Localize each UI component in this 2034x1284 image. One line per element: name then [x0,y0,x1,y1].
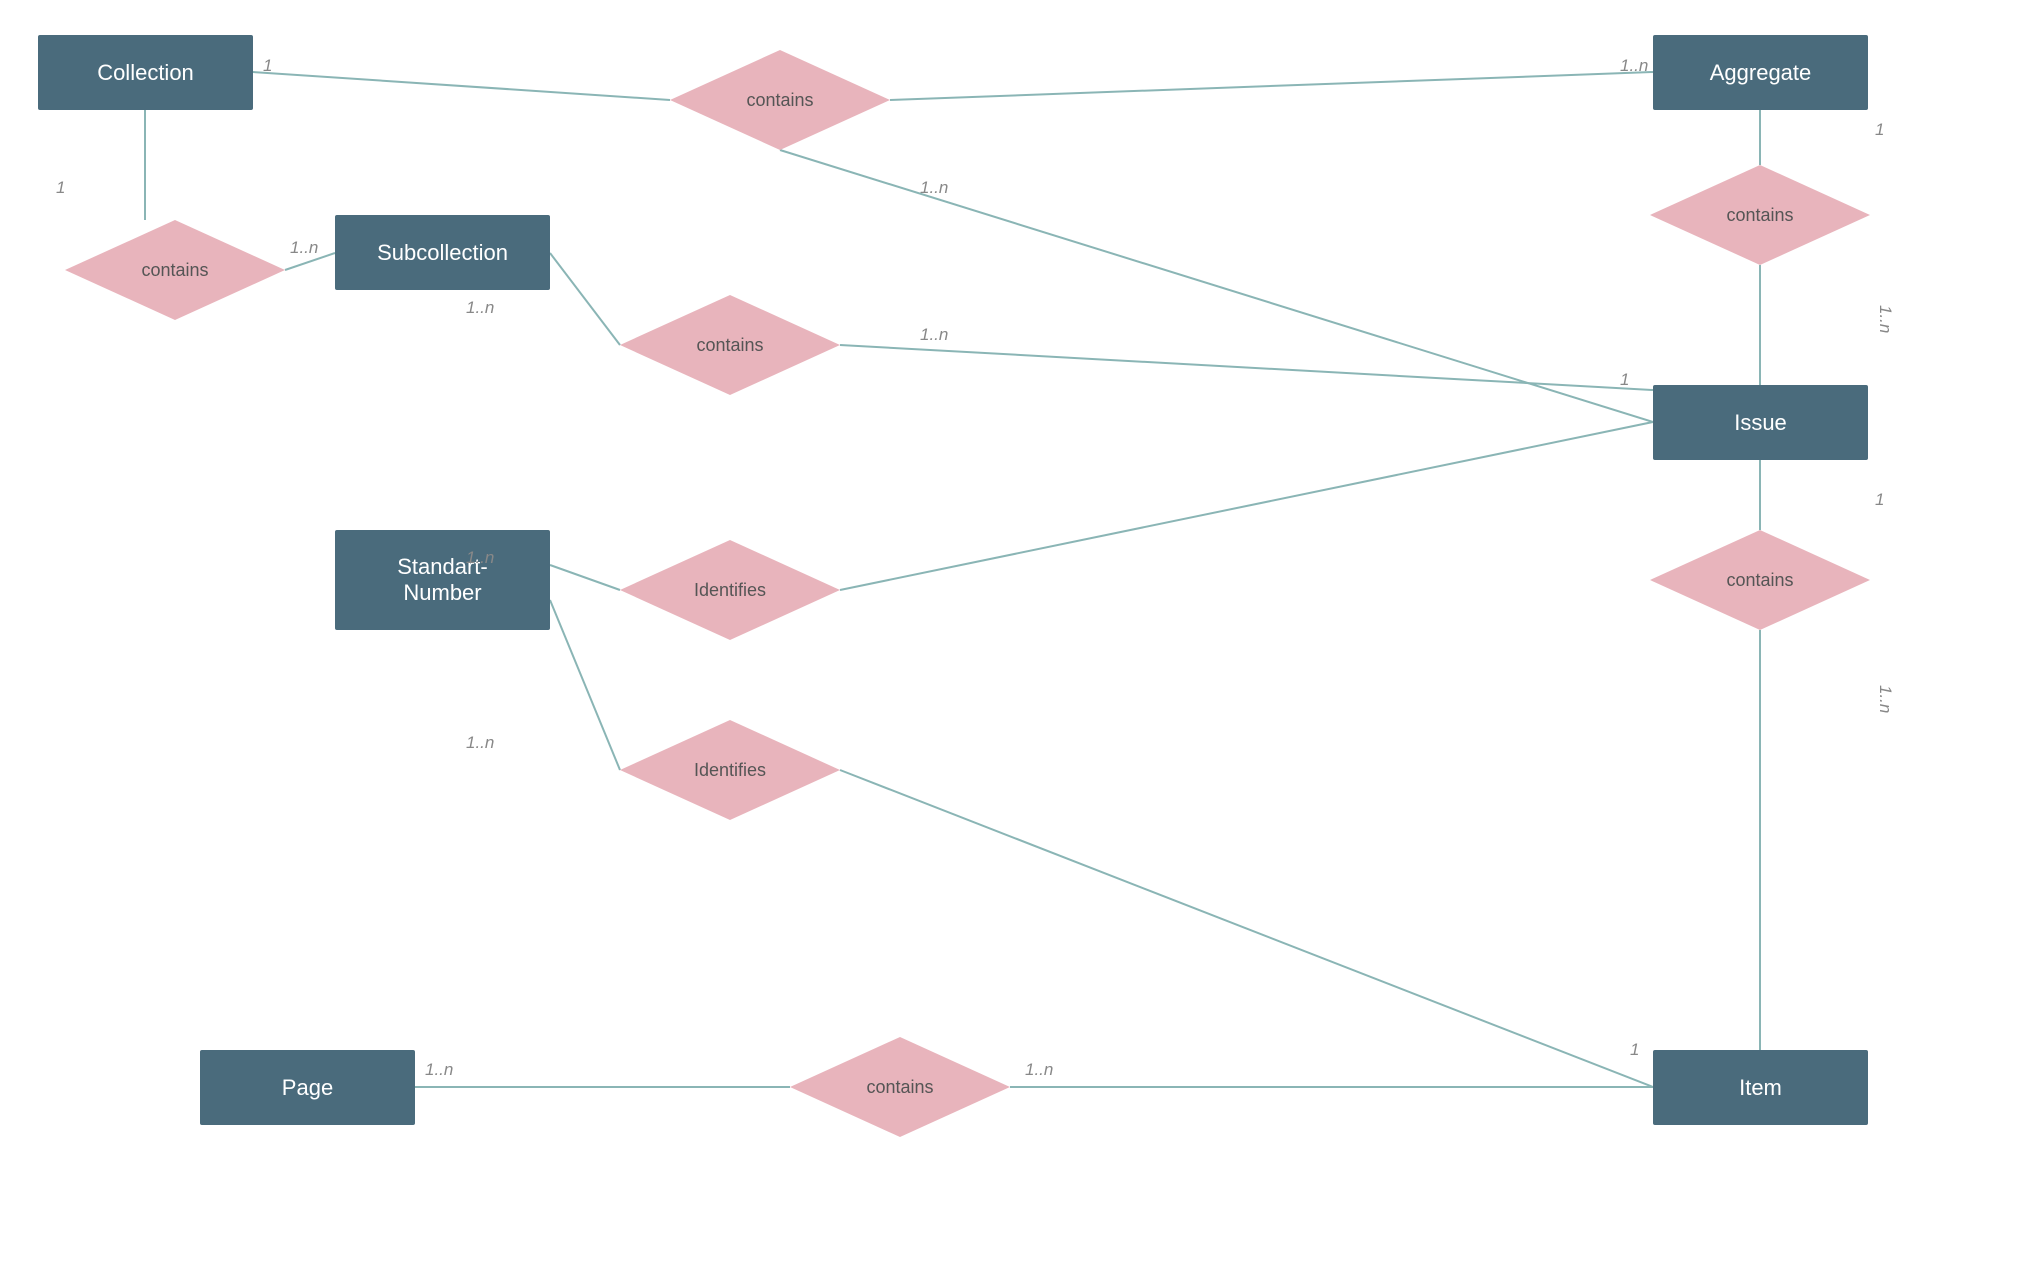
mult-subcollection-out: 1..n [466,298,494,318]
mult-page-out: 1..n [425,1060,453,1080]
entity-subcollection: Subcollection [335,215,550,290]
mult-item-in-issue: 1..n [1875,685,1895,713]
diamond-identifies-std-item: Identifies [620,720,840,820]
mult-subcollection-in: 1..n [290,238,318,258]
entity-item: Item [1653,1050,1868,1125]
mult-item-in-top: 1 [1630,1040,1639,1060]
mult-collection-down: 1 [56,178,65,198]
mult-std-out-bot: 1..n [466,733,494,753]
diamond-contains-sub-issue: contains [620,295,840,395]
diamond-contains-agg-issue: contains [1650,165,1870,265]
mult-issue-in: 1 [1620,370,1629,390]
entity-standart-number: Standart- Number [335,530,550,630]
mult-collection-out: 1 [263,56,272,76]
mult-agg-in: 1..n [1620,56,1648,76]
mult-cross-top2: 1..n [920,325,948,345]
entity-issue: Issue [1653,385,1868,460]
mult-item-page-in: 1..n [1025,1060,1053,1080]
diamond-contains-issue-item: contains [1650,530,1870,630]
diamond-contains-page-item: contains [790,1037,1010,1137]
mult-std-out-top: 1..n [466,548,494,568]
entity-aggregate: Aggregate [1653,35,1868,110]
entity-page: Page [200,1050,415,1125]
diamond-contains-col-agg: contains [670,50,890,150]
diamond-identifies-std-issue: Identifies [620,540,840,640]
mult-issue-agg-in: 1..n [1875,305,1895,333]
entity-collection: Collection [38,35,253,110]
mult-issue-out: 1 [1875,490,1884,510]
mult-cross-top1: 1..n [920,178,948,198]
diamond-contains-col-sub: contains [65,220,285,320]
mult-agg-down: 1 [1875,120,1884,140]
